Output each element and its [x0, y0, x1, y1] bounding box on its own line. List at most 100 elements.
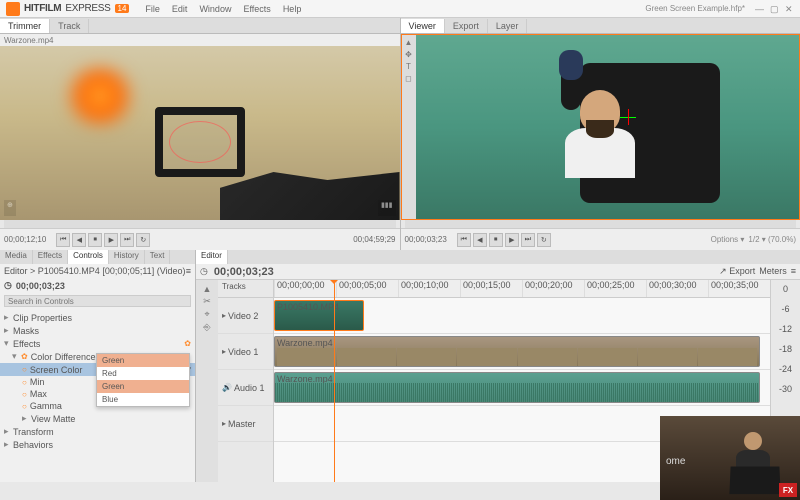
- tree-clip-properties[interactable]: ▸Clip Properties: [0, 311, 195, 324]
- play-button[interactable]: ▶: [104, 233, 118, 247]
- pointer-tool-icon[interactable]: ▲: [203, 284, 212, 294]
- preview-content: [155, 107, 245, 177]
- prop-view-matte[interactable]: ▸View Matte: [0, 412, 195, 425]
- track-header-video1[interactable]: ▸ Video 1: [218, 334, 273, 370]
- meters-toggle[interactable]: Meters: [759, 266, 787, 277]
- tree-effects[interactable]: ▾Effects✿: [0, 337, 195, 350]
- link-tool-icon[interactable]: ⎆: [203, 322, 210, 333]
- pip-laptop: [729, 467, 780, 495]
- menu-edit[interactable]: Edit: [166, 4, 194, 14]
- track-headers: Tracks ▸ Video 2 ▸ Video 1 🔊 Audio 1 ▸ M…: [218, 280, 274, 482]
- panel-menu-icon[interactable]: ≡: [791, 266, 796, 277]
- menu-effects[interactable]: Effects: [237, 4, 276, 14]
- timeline-tc[interactable]: 00;00;03;23: [214, 266, 274, 278]
- slice-tool-icon[interactable]: ✂: [203, 296, 211, 307]
- version-badge: 14: [115, 4, 130, 13]
- dropdown-selected[interactable]: Green: [97, 354, 189, 367]
- clip-video2[interactable]: P1005410.MP4: [274, 300, 364, 331]
- mask-tool-icon[interactable]: ◻: [405, 74, 412, 83]
- tab-media[interactable]: Media: [0, 250, 33, 264]
- trimmer-clip-name: Warzone.mp4: [0, 34, 400, 46]
- preview-hud: ⊕▮▮▮: [4, 200, 396, 216]
- controls-tc[interactable]: 00;00;03;23: [16, 281, 65, 291]
- stop-button[interactable]: ⏹: [489, 233, 503, 247]
- dropdown-option-green[interactable]: Green: [97, 380, 189, 393]
- trimmer-tc-out: 00;04;59;29: [353, 235, 395, 244]
- viewer-tc: 00;00;03;23: [405, 235, 447, 244]
- panel-menu-icon[interactable]: ≡: [186, 266, 191, 276]
- track-header-master[interactable]: ▸ Master: [218, 406, 273, 442]
- clip-video1[interactable]: Warzone.mp4: [274, 336, 760, 367]
- app-suffix: EXPRESS: [65, 3, 110, 14]
- tab-effects[interactable]: Effects: [33, 250, 68, 264]
- loop-button[interactable]: ↻: [537, 233, 551, 247]
- logo-icon: [6, 2, 20, 16]
- text-tool-icon[interactable]: T: [406, 62, 411, 71]
- loop-button[interactable]: ↻: [136, 233, 150, 247]
- prev-frame-button[interactable]: ⏮: [457, 233, 471, 247]
- preview-content: [60, 66, 140, 126]
- picture-in-picture: ome FX: [660, 416, 800, 500]
- project-filename: Green Screen Example.hfp*: [645, 4, 745, 13]
- viewer-scrubber[interactable]: [405, 220, 797, 228]
- stop-button[interactable]: ⏹: [88, 233, 102, 247]
- next-frame-button[interactable]: ⏭: [521, 233, 535, 247]
- play-back-button[interactable]: ◀: [473, 233, 487, 247]
- close-icon[interactable]: ✕: [785, 4, 794, 13]
- tracks-title: Tracks: [218, 280, 273, 298]
- menu-window[interactable]: Window: [193, 4, 237, 14]
- track-header-audio1[interactable]: 🔊 Audio 1: [218, 370, 273, 406]
- trimmer-preview[interactable]: ⊕▮▮▮: [0, 46, 400, 220]
- select-tool-icon[interactable]: ▲: [405, 38, 413, 47]
- next-frame-button[interactable]: ⏭: [120, 233, 134, 247]
- track-header-video2[interactable]: ▸ Video 2: [218, 298, 273, 334]
- app-logo: HITFILM EXPRESS 14: [6, 2, 129, 16]
- window-controls: — ▢ ✕: [755, 4, 794, 13]
- tab-trimmer[interactable]: Trimmer: [0, 19, 50, 33]
- tab-track[interactable]: Track: [50, 19, 89, 33]
- tab-export[interactable]: Export: [445, 19, 488, 33]
- pip-background-text: ome: [666, 456, 685, 467]
- snap-tool-icon[interactable]: ⌖: [204, 309, 209, 320]
- tab-viewer[interactable]: Viewer: [401, 19, 445, 33]
- viewer-toolbar: ▲ ✥ T ◻: [402, 35, 416, 219]
- preview-content: [565, 90, 635, 180]
- tab-controls[interactable]: Controls: [68, 250, 109, 264]
- tab-text[interactable]: Text: [145, 250, 171, 264]
- dropdown-option-red[interactable]: Red: [97, 367, 189, 380]
- clip-audio1[interactable]: Warzone.mp4: [274, 372, 760, 403]
- timeline-ruler[interactable]: 00;00;00;0000;00;05;0000;00;10;0000;00;1…: [274, 280, 770, 298]
- playhead[interactable]: [334, 280, 335, 482]
- menu-help[interactable]: Help: [277, 4, 308, 14]
- menubar: HITFILM EXPRESS 14 File Edit Window Effe…: [0, 0, 800, 18]
- transform-gizmo-icon[interactable]: [620, 109, 636, 125]
- maximize-icon[interactable]: ▢: [770, 4, 779, 13]
- tree-transform[interactable]: ▸Transform: [0, 425, 195, 438]
- viewer-zoom[interactable]: 1/2 ▾ (70.0%): [748, 235, 796, 244]
- screen-color-dropdown[interactable]: Green Red Green Blue: [96, 353, 190, 407]
- export-button[interactable]: ↗ Export: [719, 266, 755, 277]
- viewer-preview[interactable]: ▲ ✥ T ◻: [401, 34, 800, 220]
- menu-file[interactable]: File: [139, 4, 166, 14]
- minimize-icon[interactable]: —: [755, 4, 764, 13]
- play-back-button[interactable]: ◀: [72, 233, 86, 247]
- trimmer-scrubber[interactable]: [4, 220, 396, 228]
- pip-logo-badge: FX: [779, 483, 797, 497]
- viewer-transport: ⏮ ◀ ⏹ ▶ ⏭ ↻: [457, 233, 551, 247]
- tab-editor[interactable]: Editor: [196, 250, 228, 264]
- viewer-panel: Viewer Export Layer ▲ ✥ T ◻ 00;00;03;23 …: [401, 18, 800, 250]
- tree-behaviors[interactable]: ▸Behaviors: [0, 438, 195, 451]
- controls-search-input[interactable]: [4, 295, 191, 307]
- tab-layer[interactable]: Layer: [488, 19, 528, 33]
- tree-masks[interactable]: ▸Masks: [0, 324, 195, 337]
- trimmer-transport: ⏮ ◀ ⏹ ▶ ⏭ ↻: [56, 233, 150, 247]
- hand-tool-icon[interactable]: ✥: [405, 50, 412, 59]
- trimmer-panel: Trimmer Track Warzone.mp4 ⊕▮▮▮ 00;00;12;…: [0, 18, 401, 250]
- dropdown-option-blue[interactable]: Blue: [97, 393, 189, 406]
- tab-history[interactable]: History: [109, 250, 145, 264]
- trimmer-tc-in: 00;00;12;10: [4, 235, 46, 244]
- viewer-options[interactable]: Options ▾: [711, 235, 745, 244]
- clock-icon: ◷: [200, 266, 208, 277]
- play-button[interactable]: ▶: [505, 233, 519, 247]
- prev-frame-button[interactable]: ⏮: [56, 233, 70, 247]
